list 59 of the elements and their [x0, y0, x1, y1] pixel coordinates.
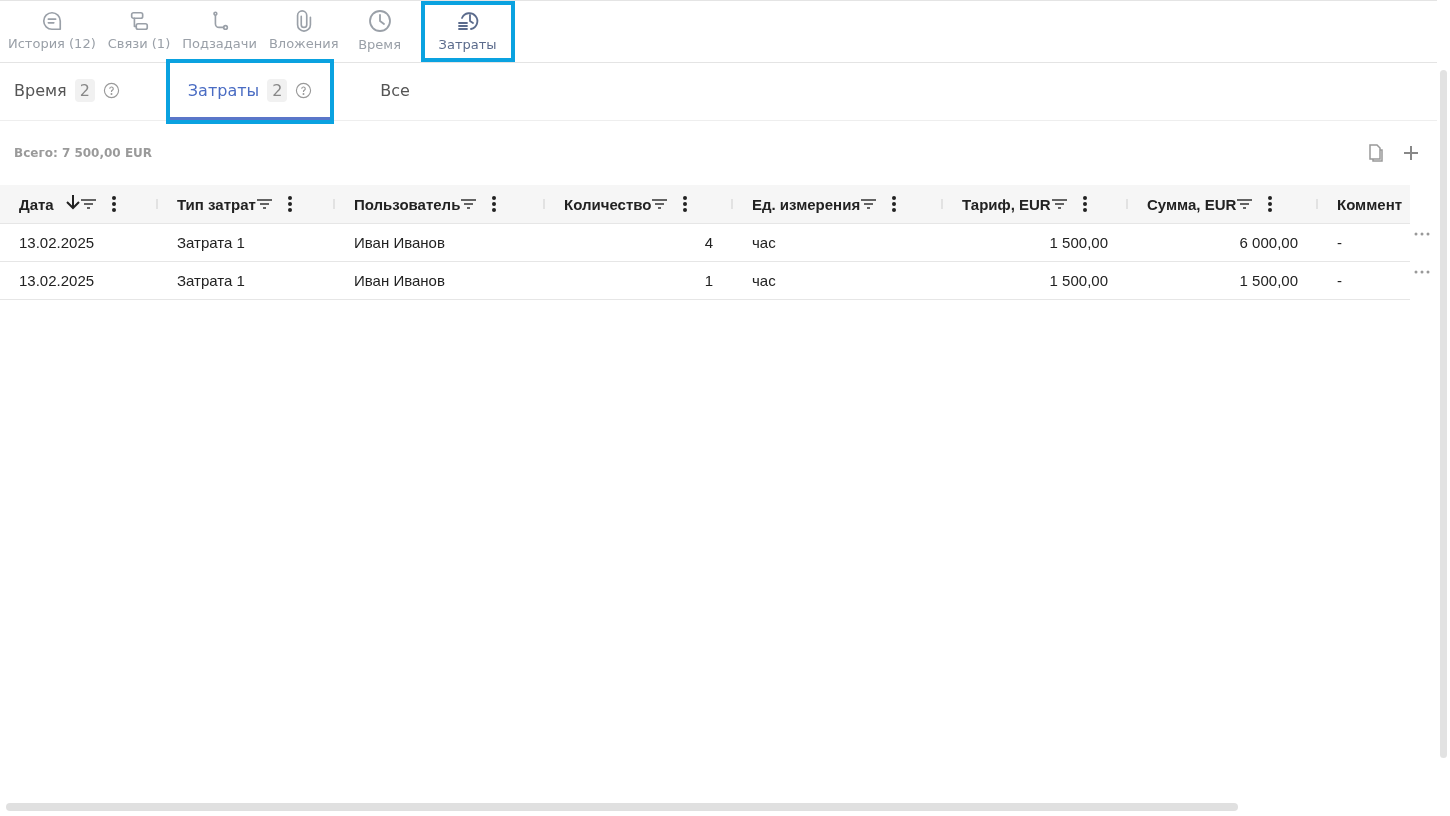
subtab-label: Затраты: [187, 80, 260, 100]
chat-bubble-icon: [40, 10, 63, 32]
clock-list-icon: [455, 9, 480, 33]
table-cell-text: 13.02.2025: [18, 271, 96, 291]
table-cell-text: Затрата 1: [176, 233, 246, 253]
stacked-blocks-icon: [128, 10, 150, 32]
table-cell-text: 1: [703, 271, 714, 291]
table-cell-text: 6 000,00: [1238, 233, 1299, 253]
subtab-label: Время: [14, 80, 67, 100]
subtab[interactable]: Затраты 2: [169, 63, 331, 120]
table-cell-text: Затрата 1: [176, 271, 246, 291]
table-cell-text: час: [751, 271, 777, 291]
table-cell-text: 1 500,00: [1048, 271, 1109, 291]
table-cell-text: Иван Иванов: [353, 271, 446, 291]
plus-icon: [1403, 145, 1419, 161]
help-icon[interactable]: [295, 81, 313, 99]
column-header[interactable]: Количество: [564, 195, 652, 213]
column-header[interactable]: Сумма, EUR: [1147, 195, 1237, 213]
column-menu-icon[interactable]: [891, 195, 898, 213]
column-header[interactable]: Тариф, EUR: [962, 195, 1051, 213]
count-badge: 2: [74, 78, 95, 102]
column-menu-icon[interactable]: [682, 195, 689, 213]
filter-icon[interactable]: [1236, 197, 1254, 211]
copy-icon: [1367, 143, 1385, 163]
column-menu-icon[interactable]: [1081, 195, 1088, 213]
table-cell-text: 1 500,00: [1048, 233, 1109, 253]
subtab[interactable]: Время 2: [6, 63, 128, 120]
filter-icon[interactable]: [255, 197, 273, 211]
count-badge: 2: [267, 78, 288, 102]
table-cell-text: -: [1336, 271, 1343, 291]
clock-icon: [367, 9, 392, 33]
total-text: Всего: 7 500,00 EUR: [14, 146, 154, 160]
filter-icon[interactable]: [860, 197, 878, 211]
column-menu-icon[interactable]: [286, 195, 293, 213]
filter-icon[interactable]: [460, 197, 478, 211]
column-menu-icon[interactable]: [1267, 195, 1274, 213]
table-cell-text: 13.02.2025: [18, 233, 96, 253]
column-menu-icon[interactable]: [491, 195, 498, 213]
column-header[interactable]: Дата: [19, 195, 54, 213]
column-header[interactable]: Тип затрат: [177, 195, 256, 213]
help-icon[interactable]: [102, 81, 120, 99]
filter-icon[interactable]: [79, 197, 97, 211]
tab[interactable]: Затраты: [420, 1, 515, 62]
column-header[interactable]: Коммент: [1337, 195, 1403, 213]
column-header[interactable]: Пользователь: [354, 195, 461, 213]
row-menu-button[interactable]: [1414, 270, 1430, 274]
table-cell-text: 1 500,00: [1238, 271, 1299, 291]
row-menu-button[interactable]: [1414, 232, 1430, 236]
table-cell-text: 4: [703, 233, 714, 253]
table-cell-text: Иван Иванов: [353, 233, 446, 253]
subtab[interactable]: Все: [372, 63, 418, 120]
filter-icon[interactable]: [1050, 197, 1068, 211]
filter-icon[interactable]: [651, 197, 669, 211]
table-cell-text: -: [1336, 233, 1343, 253]
sort-down-arrow-icon[interactable]: [65, 194, 80, 210]
subtab-label: Все: [380, 80, 410, 100]
column-menu-icon[interactable]: [110, 195, 117, 213]
table-cell-text: час: [751, 233, 777, 253]
column-header[interactable]: Ед. измерения: [752, 195, 861, 213]
